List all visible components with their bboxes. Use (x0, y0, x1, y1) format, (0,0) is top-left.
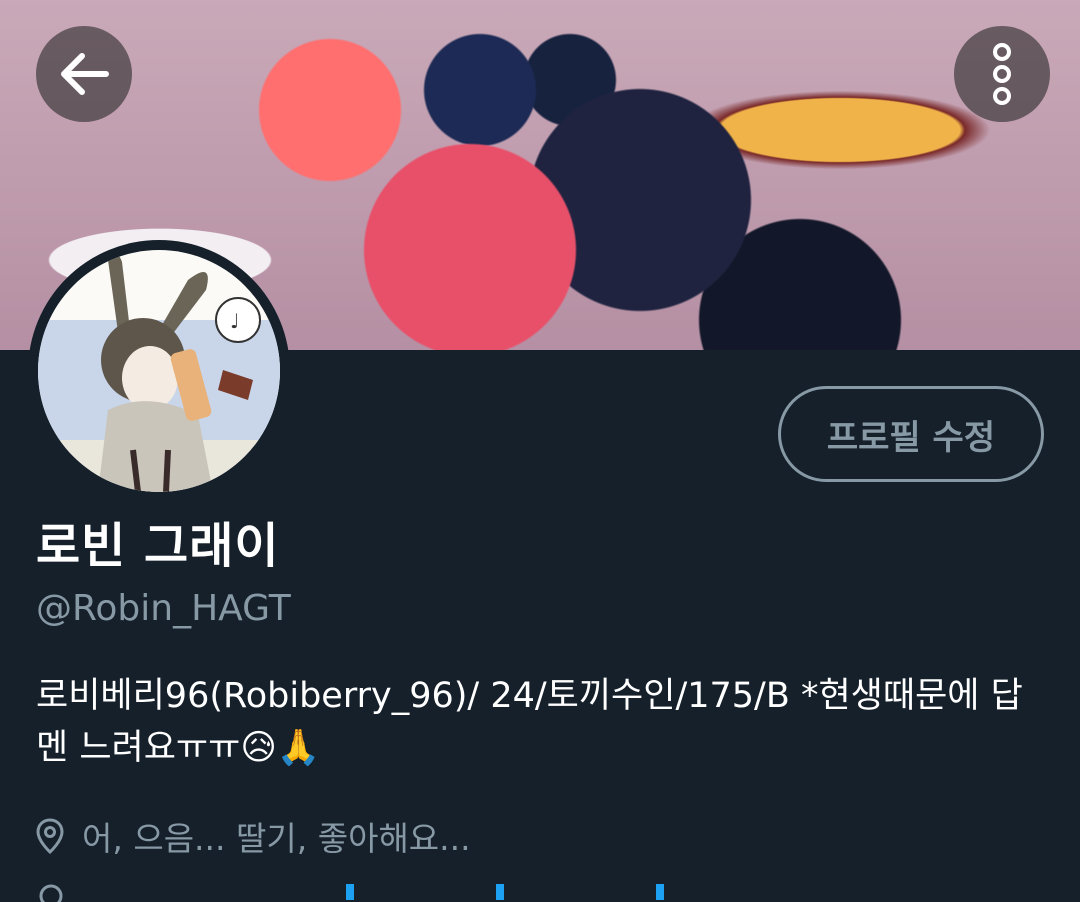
avatar[interactable]: ♩ (28, 240, 290, 502)
back-button[interactable] (36, 26, 132, 122)
partially-visible-row (36, 880, 1046, 902)
more-vertical-icon (993, 43, 1011, 105)
location-row: 어, 으음... 딸기, 좋아해요... (36, 812, 471, 860)
edit-profile-button[interactable]: 프로필 수정 (778, 386, 1044, 482)
profile-bio: 로비베리96(Robiberry_96)/ 24/토끼수인/175/B *현생때… (36, 676, 1023, 768)
svg-text:♩: ♩ (230, 309, 239, 333)
display-name: 로빈 그래이 (36, 518, 280, 574)
avatar-image: ♩ (38, 250, 280, 492)
arrow-left-icon (61, 53, 109, 95)
location-pin-icon (36, 818, 64, 854)
user-handle: @Robin_HAGT (36, 588, 291, 629)
more-options-button[interactable] (954, 26, 1050, 122)
location-text: 어, 으음... 딸기, 좋아해요... (82, 819, 471, 858)
link-icon (39, 884, 63, 902)
